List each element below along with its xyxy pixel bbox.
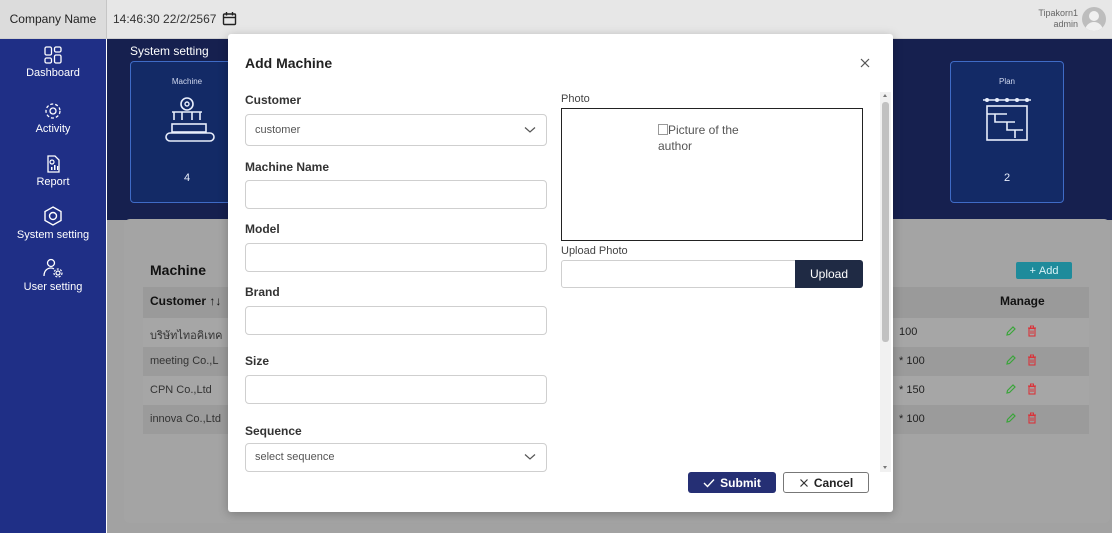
card-plan[interactable]: Plan 2 [950,61,1064,203]
activity-icon [45,103,61,119]
datetime-display: 14:46:30 22/2/2567 [113,11,237,26]
upload-button[interactable]: Upload [795,260,863,288]
user-role: admin [1053,19,1078,29]
card-title: Machine [171,77,203,86]
dashboard-icon [44,46,62,64]
card-count: 4 [183,172,191,184]
delete-icon[interactable] [1026,383,1038,395]
delete-icon[interactable] [1026,354,1038,366]
size-input[interactable] [245,375,547,404]
sidebar-item-report[interactable]: Report [0,154,106,188]
table-title: Machine [150,262,207,278]
sidebar-item-label: Dashboard [26,67,80,79]
sidebar-item-label: User setting [23,281,83,293]
add-machine-modal: Add Machine Customer customer Machine Na… [228,34,893,512]
check-icon [703,478,715,488]
size-label: Size [245,354,270,368]
submit-label: Submit [720,475,761,490]
cell-customer: บริษัทไทอคิเทค [150,330,223,342]
sequence-select-value: select sequence [255,451,335,463]
plus-icon: + [1029,264,1036,277]
avatar[interactable] [1082,7,1106,31]
report-icon [47,155,60,173]
edit-icon[interactable] [1005,325,1017,337]
cell-customer: CPN Co.,Ltd [150,384,212,396]
page-title: System setting [130,44,209,58]
edit-icon[interactable] [1005,383,1017,395]
broken-image-icon [658,124,668,135]
cell-size: * 100 [899,355,925,367]
cell-size: * 150 [899,384,925,396]
header-customer-label: Customer [150,294,207,308]
customer-label: Customer [245,93,302,107]
photo-alt-text: Picture of the author [658,123,739,153]
chevron-down-icon [524,127,536,133]
photo-label: Photo [561,93,590,105]
delete-icon[interactable] [1026,325,1038,337]
model-input[interactable] [245,243,547,272]
edit-icon[interactable] [1005,354,1017,366]
user-info[interactable]: Tipakorn1 admin [1038,8,1078,30]
cell-size: 100 [899,326,918,338]
sidebar-item-dashboard[interactable]: Dashboard [0,45,106,79]
add-machine-button[interactable]: + Add [1016,262,1072,279]
user-setting-icon [43,258,63,278]
card-title: Plan [998,77,1015,86]
submit-button[interactable]: Submit [688,472,776,493]
photo-placeholder: Picture of the author [658,122,768,154]
cancel-button[interactable]: Cancel [783,472,869,493]
add-label: Add [1038,264,1059,277]
sidebar-item-system-setting[interactable]: System setting [0,205,106,241]
brand-input[interactable] [245,306,547,335]
brand-label: Brand [245,285,280,299]
delete-icon[interactable] [1026,412,1038,424]
machine-name-input[interactable] [245,180,547,209]
cell-customer: meeting Co.,L [150,355,219,367]
sidebar-item-user-setting[interactable]: User setting [0,257,106,293]
customer-select-value: customer [255,124,301,136]
upload-photo-label: Upload Photo [561,245,628,257]
scroll-up-icon[interactable] [883,94,887,97]
sequence-label: Sequence [245,424,302,438]
cell-customer: innova Co.,Ltd [150,413,221,425]
sidebar-item-label: Activity [35,123,71,135]
user-name: Tipakorn1 [1038,8,1078,18]
modal-title: Add Machine [245,55,333,71]
header-manage: Manage [1000,294,1045,308]
card-count: 2 [1003,172,1011,184]
sort-icon[interactable]: ↑↓ [209,294,221,308]
plan-icon [983,98,1031,141]
model-label: Model [245,222,280,236]
scroll-down-icon[interactable] [883,466,887,469]
sequence-select[interactable]: select sequence [245,443,547,472]
sidebar-item-label: Report [36,176,70,188]
system-setting-icon [44,206,62,226]
customer-select[interactable]: customer [245,114,547,146]
cell-size: * 100 [899,413,925,425]
machine-icon [165,97,215,142]
upload-file-input[interactable] [561,260,797,288]
modal-scrollbar[interactable] [880,92,891,472]
datetime-text: 14:46:30 22/2/2567 [113,11,217,26]
app-root: Company Name 14:46:30 22/2/2567 Tipakorn… [0,0,1112,533]
calendar-icon[interactable] [222,11,237,26]
close-icon [799,478,808,487]
sidebar-item-label: System setting [16,229,90,241]
photo-preview: Picture of the author [561,108,863,241]
sidebar: Dashboard Activity Report System setting… [0,39,106,533]
scrollbar-thumb[interactable] [882,102,889,342]
sidebar-item-activity[interactable]: Activity [0,101,106,135]
cancel-label: Cancel [813,475,854,490]
edit-icon[interactable] [1005,412,1017,424]
chevron-down-icon [524,454,536,460]
card-machine[interactable]: Machine 4 [130,61,244,203]
header-customer[interactable]: Customer ↑↓ [150,294,221,308]
close-icon[interactable] [858,56,872,70]
machine-name-label: Machine Name [245,160,330,174]
company-name: Company Name [0,0,107,38]
